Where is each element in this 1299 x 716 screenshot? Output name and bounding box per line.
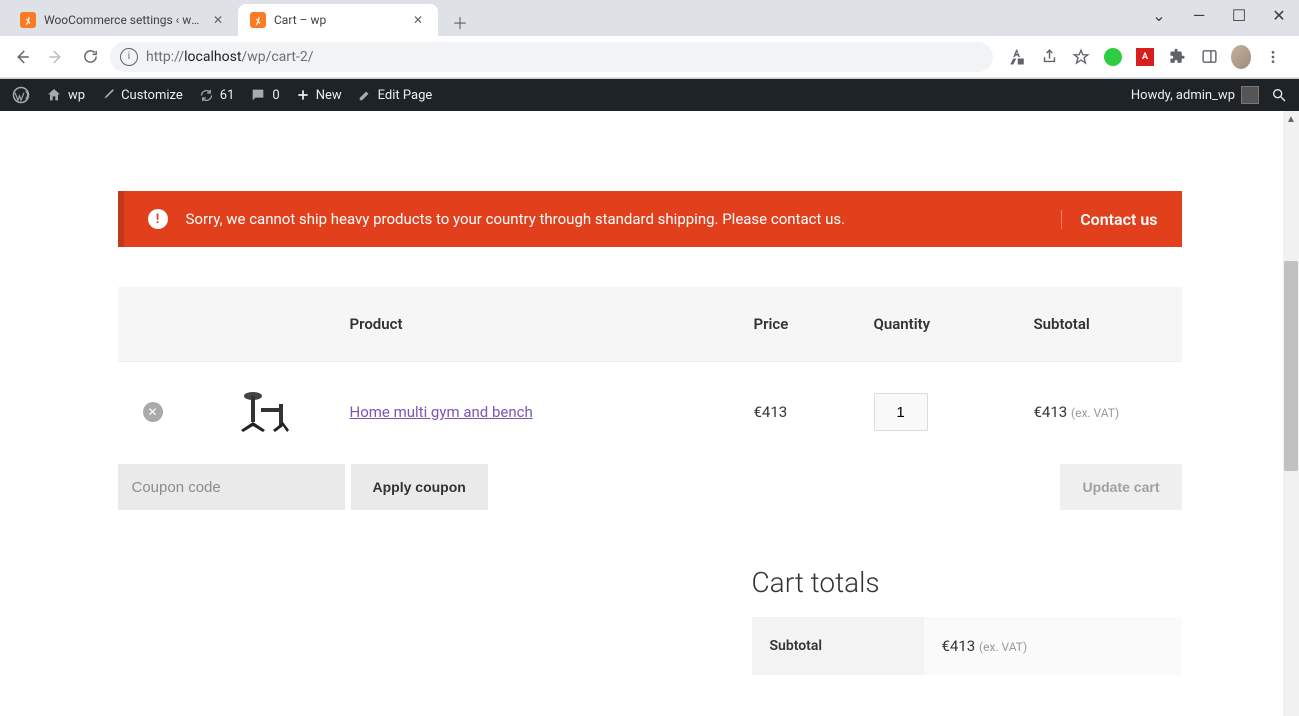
home-icon <box>46 87 62 103</box>
star-icon[interactable] <box>1071 47 1091 67</box>
quantity-input[interactable] <box>874 393 928 431</box>
search-icon <box>1271 87 1287 103</box>
tab-close-icon[interactable]: ✕ <box>410 12 426 28</box>
xampp-favicon-icon: ﾒ <box>20 12 36 28</box>
forward-button[interactable] <box>42 43 70 71</box>
remove-item-button[interactable]: ✕ <box>143 402 163 422</box>
comment-icon <box>250 87 266 103</box>
new-tab-button[interactable]: ＋ <box>446 8 474 36</box>
new-label: New <box>316 88 342 103</box>
cart-row: ✕ <box>118 362 1182 463</box>
brush-icon <box>101 88 115 102</box>
plus-icon <box>296 88 310 102</box>
scrollbar-track[interactable]: ▲ <box>1283 111 1299 716</box>
col-remove-header <box>118 287 188 362</box>
page-viewport: ! Sorry, we cannot ship heavy products t… <box>0 111 1299 716</box>
search-toggle[interactable] <box>1271 87 1287 103</box>
totals-subtotal-value: €413 (ex. VAT) <box>924 617 1182 675</box>
col-price-header: Price <box>742 287 862 362</box>
translate-icon[interactable] <box>1007 47 1027 67</box>
comments-link[interactable]: 0 <box>250 87 279 103</box>
tab-strip: ﾒ WooCommerce settings ‹ wp — W ✕ ﾒ Cart… <box>0 0 1299 36</box>
site-name-link[interactable]: wp <box>46 87 85 103</box>
sidepanel-icon[interactable] <box>1199 47 1219 67</box>
tab-title: WooCommerce settings ‹ wp — W <box>44 13 202 27</box>
site-info-icon[interactable]: i <box>120 48 138 66</box>
customize-label: Customize <box>121 88 183 103</box>
reload-icon <box>82 48 99 65</box>
tab-woocommerce-settings[interactable]: ﾒ WooCommerce settings ‹ wp — W ✕ <box>8 4 238 36</box>
cart-table: Product Price Quantity Subtotal ✕ <box>118 287 1182 462</box>
coupon-code-input[interactable] <box>118 464 345 510</box>
edit-page-label: Edit Page <box>378 88 433 103</box>
comments-count: 0 <box>272 88 279 103</box>
user-avatar-icon <box>1241 86 1259 104</box>
col-thumb-header <box>188 287 338 362</box>
col-quantity-header: Quantity <box>862 287 1022 362</box>
address-bar-row: i http://localhost/wp/cart-2/ A <box>0 36 1299 78</box>
cart-totals-heading: Cart totals <box>752 566 1182 599</box>
window-close-icon[interactable]: ✕ <box>1267 6 1291 25</box>
cart-actions-row: Apply coupon Update cart <box>118 464 1182 510</box>
toolbar-extensions: A <box>999 47 1291 67</box>
wp-logo[interactable] <box>12 86 30 104</box>
tab-cart[interactable]: ﾒ Cart – wp ✕ <box>238 4 438 36</box>
window-maximize-icon[interactable]: ☐ <box>1227 6 1251 25</box>
extension-green-icon[interactable] <box>1103 47 1123 67</box>
tax-note: (ex. VAT) <box>1071 406 1119 420</box>
item-price: €413 <box>742 362 862 463</box>
tab-close-icon[interactable]: ✕ <box>210 12 226 28</box>
error-icon: ! <box>148 209 168 229</box>
product-thumbnail[interactable] <box>235 386 291 434</box>
xampp-favicon-icon: ﾒ <box>250 12 266 28</box>
col-product-header: Product <box>338 287 742 362</box>
window-controls: ⌄ — ☐ ✕ <box>1147 6 1291 25</box>
scrollbar-thumb[interactable] <box>1284 261 1298 471</box>
contact-us-link[interactable]: Contact us <box>1061 210 1157 229</box>
customize-link[interactable]: Customize <box>101 88 183 103</box>
browser-chrome: ⌄ — ☐ ✕ ﾒ WooCommerce settings ‹ wp — W … <box>0 0 1299 79</box>
profile-avatar[interactable] <box>1231 47 1251 67</box>
back-arrow-icon <box>13 48 31 66</box>
error-notice: ! Sorry, we cannot ship heavy products t… <box>118 191 1182 247</box>
updates-link[interactable]: 61 <box>199 88 235 103</box>
refresh-icon <box>199 88 214 103</box>
url-text: http://localhost/wp/cart-2/ <box>146 49 313 65</box>
site-name-label: wp <box>68 88 85 103</box>
chrome-menu-icon[interactable] <box>1263 47 1283 67</box>
new-link[interactable]: New <box>296 88 342 103</box>
forward-arrow-icon <box>47 48 65 66</box>
share-icon[interactable] <box>1039 47 1059 67</box>
totals-subtotal-label: Subtotal <box>752 617 924 675</box>
scroll-up-arrow-icon[interactable]: ▲ <box>1283 111 1299 127</box>
updates-count: 61 <box>220 88 235 103</box>
extension-pdf-icon[interactable]: A <box>1135 47 1155 67</box>
update-cart-button[interactable]: Update cart <box>1060 464 1181 510</box>
tab-title: Cart – wp <box>274 13 402 27</box>
pencil-icon <box>358 88 372 102</box>
window-dropdown-icon[interactable]: ⌄ <box>1147 6 1171 25</box>
edit-page-link[interactable]: Edit Page <box>358 88 433 103</box>
cart-totals: Cart totals Subtotal €413 (ex. VAT) <box>752 566 1182 675</box>
item-subtotal: €413 (ex. VAT) <box>1022 362 1182 463</box>
cart-totals-table: Subtotal €413 (ex. VAT) <box>752 617 1182 675</box>
reload-button[interactable] <box>76 43 104 71</box>
extensions-puzzle-icon[interactable] <box>1167 47 1187 67</box>
howdy-user[interactable]: Howdy, admin_wp <box>1131 86 1259 104</box>
product-name-link[interactable]: Home multi gym and bench <box>350 403 533 421</box>
gym-equipment-icon <box>235 386 291 434</box>
howdy-label: Howdy, admin_wp <box>1131 88 1235 103</box>
col-subtotal-header: Subtotal <box>1022 287 1182 362</box>
error-text: Sorry, we cannot ship heavy products to … <box>186 210 1044 228</box>
page-content: ! Sorry, we cannot ship heavy products t… <box>118 111 1182 675</box>
window-minimize-icon[interactable]: — <box>1187 6 1211 25</box>
back-button[interactable] <box>8 43 36 71</box>
wp-admin-bar: wp Customize 61 0 New Edit Page Howdy, a… <box>0 79 1299 111</box>
address-bar[interactable]: i http://localhost/wp/cart-2/ <box>110 42 993 72</box>
tax-note: (ex. VAT) <box>979 640 1027 654</box>
apply-coupon-button[interactable]: Apply coupon <box>351 464 488 510</box>
